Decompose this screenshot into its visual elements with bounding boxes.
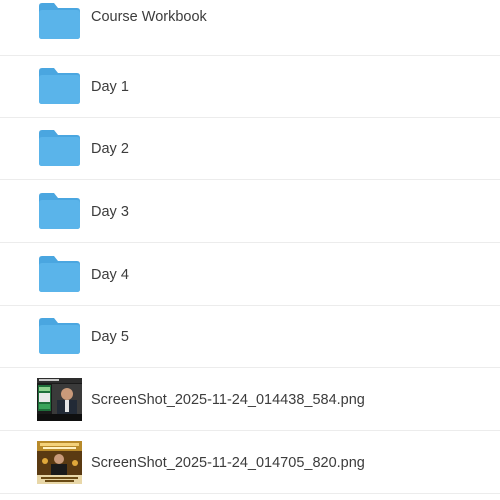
item-name: Day 3 (91, 204, 129, 220)
list-item-folder-day-3[interactable]: Day 3 (0, 181, 500, 243)
image-thumbnail-icon (37, 441, 82, 484)
list-item-folder-day-1[interactable]: Day 1 (0, 56, 500, 118)
folder-icon (39, 318, 80, 354)
item-name: Course Workbook (91, 9, 207, 25)
list-item-folder-day-4[interactable]: Day 4 (0, 244, 500, 306)
folder-icon (39, 68, 80, 104)
item-name: Day 2 (91, 141, 129, 157)
item-name: Day 4 (91, 267, 129, 283)
folder-icon (39, 130, 80, 166)
list-item-image-screenshot-2[interactable]: ScreenShot_2025-11-24_014705_820.png (0, 432, 500, 494)
list-item-image-screenshot-1[interactable]: ScreenShot_2025-11-24_014438_584.png (0, 369, 500, 431)
folder-icon (39, 3, 80, 39)
list-item-folder-day-2[interactable]: Day 2 (0, 118, 500, 180)
list-item-folder-day-5[interactable]: Day 5 (0, 306, 500, 368)
item-name: ScreenShot_2025-11-24_014705_820.png (91, 455, 365, 471)
item-name: Day 1 (91, 79, 129, 95)
file-list: Course Workbook Day 1 Day 2 Day 3 Day 4 (0, 0, 500, 500)
folder-icon (39, 256, 80, 292)
item-name: ScreenShot_2025-11-24_014438_584.png (91, 392, 365, 408)
item-name: Day 5 (91, 329, 129, 345)
list-item-folder-course-workbook[interactable]: Course Workbook (0, 0, 500, 56)
folder-icon (39, 193, 80, 229)
image-thumbnail-icon (37, 378, 82, 421)
